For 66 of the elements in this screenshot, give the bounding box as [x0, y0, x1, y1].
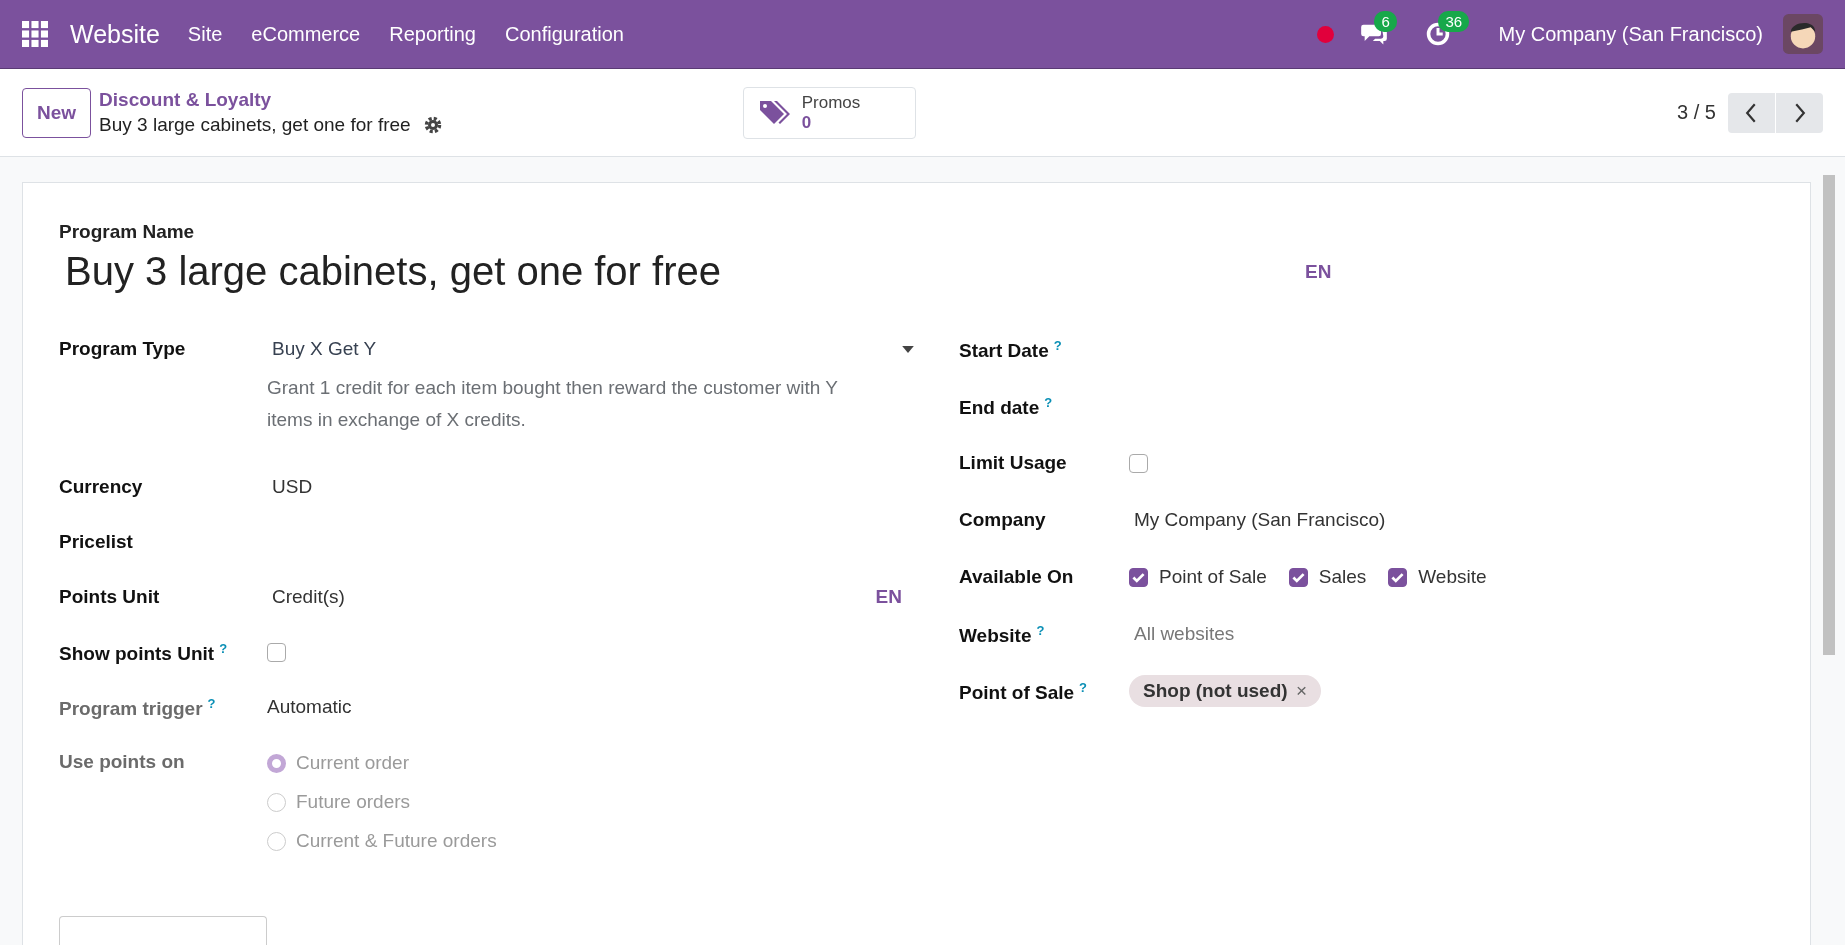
- checkbox[interactable]: [1129, 567, 1148, 587]
- nav-menu-item[interactable]: Reporting: [389, 22, 476, 46]
- app-name[interactable]: Website: [70, 19, 160, 49]
- language-button[interactable]: EN: [875, 586, 902, 608]
- field-description: Grant 1 credit for each item bought then reward the customer with Y items in exchange of X credits.: [267, 376, 839, 432]
- message-count-badge: 6: [1374, 11, 1397, 32]
- nav-menu-item[interactable]: Configuration: [504, 22, 624, 46]
- app-grid-icon[interactable]: [22, 21, 48, 47]
- promos-smart-button[interactable]: Promos 0: [742, 86, 917, 139]
- checkbox[interactable]: [1388, 567, 1408, 587]
- chevron-left-icon: [1745, 101, 1758, 124]
- program-type-select[interactable]: Buy X Get Y: [267, 338, 914, 360]
- checkbox[interactable]: [1288, 567, 1308, 587]
- field-label: Available On: [959, 566, 1074, 587]
- field-value[interactable]: USD: [272, 476, 313, 498]
- field-value[interactable]: My Company (San Francisco): [1129, 509, 1774, 531]
- previous-button[interactable]: [1728, 92, 1775, 133]
- activity-count-badge: 36: [1438, 11, 1470, 32]
- checkbox-label: Sales: [1318, 566, 1367, 588]
- program-name-field[interactable]: Buy 3 large cabinets, get one for free: [59, 249, 1305, 294]
- help-tooltip[interactable]: ?: [1079, 680, 1088, 695]
- field-label: Program Name: [59, 221, 196, 243]
- help-tooltip[interactable]: ?: [1036, 623, 1045, 638]
- tag-chip[interactable]: Shop (not used) ×: [1129, 675, 1321, 707]
- pager-counter: 3 / 5: [1677, 101, 1716, 124]
- next-button[interactable]: [1776, 92, 1823, 133]
- settings-icon[interactable]: [422, 115, 443, 135]
- checkbox[interactable]: [267, 643, 286, 663]
- field-label: Limit Usage: [959, 452, 1067, 473]
- field-value[interactable]: Credit(s): [272, 586, 345, 608]
- field-label: Show points Unit: [59, 643, 215, 665]
- help-tooltip[interactable]: ?: [1044, 395, 1053, 410]
- nav-menu-item[interactable]: Site: [187, 22, 223, 46]
- new-button[interactable]: New: [22, 87, 92, 138]
- radio-label: Future orders: [296, 791, 411, 813]
- status-dot[interactable]: [1317, 25, 1335, 43]
- radio-label: Current & Future orders: [296, 830, 497, 852]
- scrollbar-thumb[interactable]: [1823, 175, 1835, 655]
- field-label: Currency: [59, 476, 143, 497]
- radio-label: Current order: [296, 752, 409, 774]
- help-tooltip[interactable]: ?: [1053, 338, 1062, 353]
- company-switcher[interactable]: My Company (San Francisco): [1498, 22, 1763, 46]
- tag-label: Shop (not used): [1143, 680, 1288, 701]
- language-button[interactable]: EN: [1305, 260, 1332, 283]
- tags-icon: [757, 98, 792, 127]
- field-label: End date: [959, 397, 1040, 419]
- nav-menu-item[interactable]: eCommerce: [251, 22, 361, 46]
- field-label: Start Date: [959, 340, 1049, 362]
- caret-icon: [902, 345, 914, 353]
- field-label: Use points on: [59, 751, 185, 772]
- breadcrumb-link[interactable]: Discount & Loyalty: [99, 89, 443, 111]
- checkbox-label: Website: [1418, 566, 1487, 588]
- chevron-right-icon: [1793, 101, 1806, 124]
- field-label: Point of Sale: [959, 682, 1075, 704]
- user-avatar-icon[interactable]: [1783, 14, 1823, 54]
- field-label: Points Unit: [59, 586, 160, 607]
- checkbox-label: Point of Sale: [1159, 566, 1267, 588]
- field-label: Program Type: [59, 338, 186, 359]
- field-label: Company: [959, 509, 1046, 530]
- help-tooltip[interactable]: ?: [219, 641, 228, 656]
- record-title: Buy 3 large cabinets, get one for free: [99, 114, 411, 136]
- field-label: Website: [959, 625, 1032, 647]
- remove-tag-button[interactable]: ×: [1295, 680, 1307, 701]
- field-label: Pricelist: [59, 531, 133, 552]
- field-label: Program trigger: [59, 698, 203, 720]
- checkbox[interactable]: [1129, 454, 1148, 474]
